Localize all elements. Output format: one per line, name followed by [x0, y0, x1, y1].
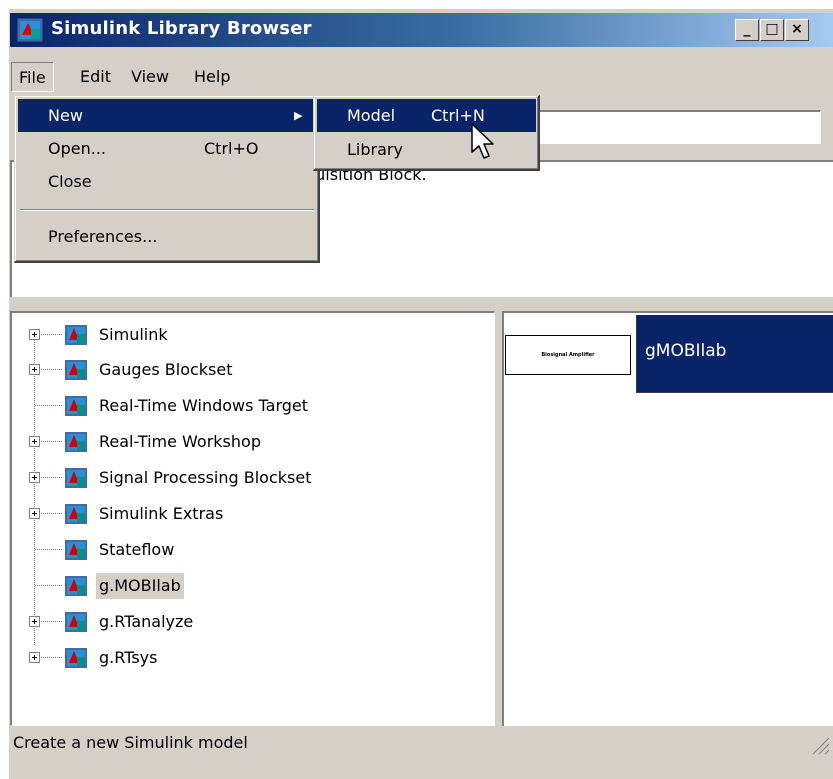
file-menu-dropdown: New ▶ Open... Ctrl+O Close Preferences..…: [14, 95, 320, 263]
menu-view[interactable]: View: [124, 62, 176, 92]
maximize-button[interactable]: □: [760, 19, 784, 41]
menu-item-model[interactable]: Model Ctrl+N: [317, 99, 536, 132]
status-bar: Create a new Simulink model: [10, 730, 833, 755]
menu-item-shortcut: Ctrl+O: [204, 139, 259, 158]
menu-item-new[interactable]: New ▶: [18, 99, 316, 132]
tree-connector: [41, 477, 62, 478]
tree-item-label: Gauges Blockset: [99, 360, 233, 379]
menu-item-label: Preferences...: [48, 227, 158, 246]
expand-icon[interactable]: [29, 329, 40, 340]
submenu-arrow-icon: ▶: [294, 109, 303, 122]
menu-item-open[interactable]: Open... Ctrl+O: [18, 132, 316, 165]
expand-icon[interactable]: [29, 472, 40, 483]
simulink-library-icon: [65, 576, 87, 596]
simulink-library-icon: [65, 325, 87, 345]
menu-item-label: New: [48, 106, 83, 125]
simulink-library-icon: [65, 396, 87, 416]
library-tree[interactable]: Simulink Gauges Blockset Real-Time Windo…: [10, 311, 495, 726]
mouse-pointer-icon: [471, 123, 494, 159]
menu-file[interactable]: File: [11, 62, 54, 92]
tree-connector: [34, 335, 35, 645]
new-submenu-dropdown: Model Ctrl+N Library: [313, 95, 540, 171]
search-input[interactable]: [538, 110, 821, 144]
tree-connector: [41, 657, 62, 658]
tree-item-label: g.RTanalyze: [99, 612, 194, 631]
menu-help[interactable]: Help: [187, 62, 237, 92]
status-text: Create a new Simulink model: [13, 733, 248, 752]
menu-item-library[interactable]: Library: [317, 133, 536, 166]
menu-item-label: Open...: [48, 139, 106, 158]
simulink-library-icon: [65, 540, 87, 560]
tree-connector: [35, 549, 62, 550]
tree-connector: [35, 585, 62, 586]
simulink-library-icon: [65, 504, 87, 524]
tree-item-label: g.MOBIlab: [96, 573, 184, 599]
tree-connector: [41, 441, 62, 442]
expand-icon[interactable]: [29, 508, 40, 519]
simulink-library-icon: [65, 360, 87, 380]
menu-item-label: Library: [347, 140, 403, 159]
simulink-library-icon: [65, 468, 87, 488]
simulink-library-icon: [65, 648, 87, 668]
simulink-app-icon: [16, 17, 44, 43]
tree-item-label: Signal Processing Blockset: [99, 468, 312, 487]
tree-connector: [41, 334, 62, 335]
tree-item-label: Real-Time Workshop: [99, 432, 261, 451]
menu-item-preferences[interactable]: Preferences...: [18, 220, 316, 253]
tree-connector: [41, 513, 62, 514]
menu-item-label: Close: [48, 172, 92, 191]
window-title: Simulink Library Browser: [51, 18, 312, 39]
tree-connector: [35, 405, 62, 406]
tree-item-label: Stateflow: [99, 540, 175, 559]
tree-item-label: Real-Time Windows Target: [99, 396, 309, 415]
tree-connector: [41, 621, 62, 622]
menu-edit[interactable]: Edit: [73, 62, 118, 92]
minimize-button[interactable]: _: [735, 19, 759, 41]
tree-item-label: g.RTsys: [99, 648, 158, 667]
tree-item-label: Simulink Extras: [99, 504, 224, 523]
simulink-library-icon: [65, 612, 87, 632]
menu-item-label: Model: [347, 106, 396, 125]
tree-connector: [41, 369, 62, 370]
menu-separator: [20, 209, 314, 211]
selected-block-name[interactable]: gMOBIlab: [636, 315, 833, 393]
menu-item-close[interactable]: Close: [18, 165, 316, 198]
expand-icon[interactable]: [29, 436, 40, 447]
resize-grip-icon[interactable]: [810, 735, 830, 755]
expand-icon[interactable]: [29, 652, 40, 663]
expand-icon[interactable]: [29, 364, 40, 375]
close-button[interactable]: ×: [785, 19, 809, 41]
simulink-library-icon: [65, 432, 87, 452]
tree-item-label: Simulink: [99, 325, 168, 344]
block-preview[interactable]: Biosignal Amplifier: [505, 335, 631, 375]
expand-icon[interactable]: [29, 616, 40, 627]
